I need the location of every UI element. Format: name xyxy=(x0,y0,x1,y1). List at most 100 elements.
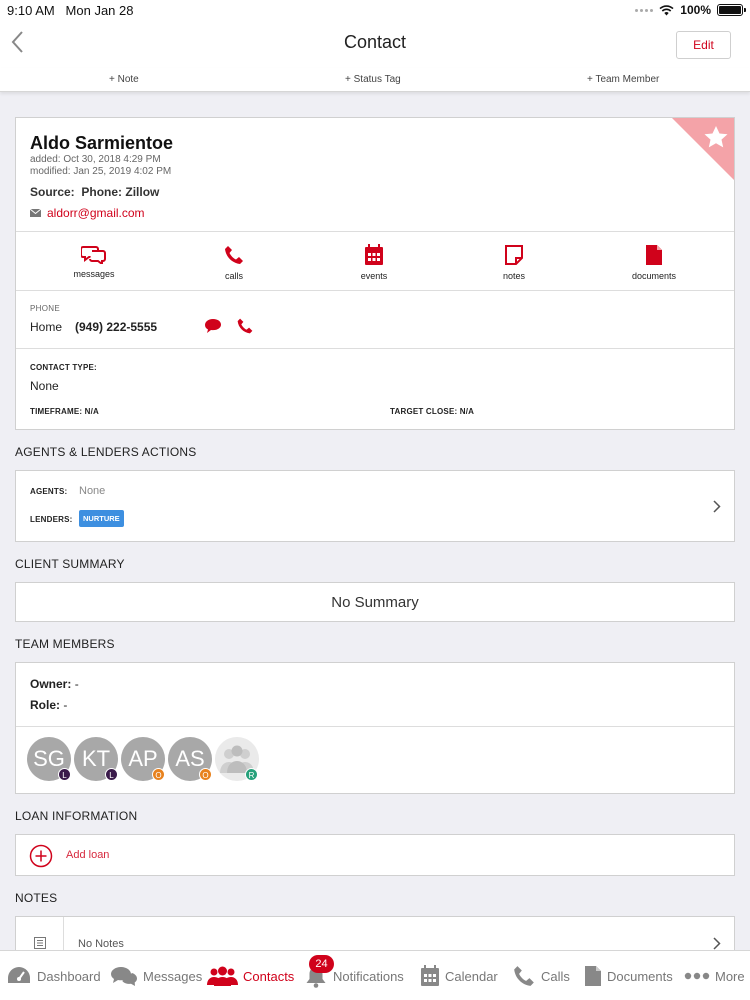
agents-lenders-header: AGENTS & LENDERS ACTIONS xyxy=(15,445,197,459)
owner-label: Owner: xyxy=(30,677,72,691)
lenders-label: LENDERS: xyxy=(30,515,73,524)
agents-label: AGENTS: xyxy=(30,487,68,496)
add-team-member-button[interactable]: + Team Member xyxy=(587,74,659,85)
role-badge-letter: O xyxy=(202,771,209,780)
favorite-star-icon[interactable] xyxy=(672,118,734,180)
call-phone-icon[interactable] xyxy=(236,317,254,335)
wifi-icon xyxy=(659,4,674,15)
notes-header: NOTES xyxy=(15,891,58,905)
contact-name: Aldo Sarmientoe xyxy=(30,133,174,153)
status-time: 9:10 AM xyxy=(7,3,55,18)
role-label: Role: xyxy=(30,698,60,712)
role-row: Role: - xyxy=(30,698,67,712)
notes-value: No Notes xyxy=(78,938,124,950)
avatar-initials: SG xyxy=(33,746,65,771)
quick-action-calls[interactable]: calls xyxy=(164,232,304,281)
add-circle-icon[interactable] xyxy=(29,844,53,868)
status-bar: 9:10 AM Mon Jan 28 100% xyxy=(0,0,750,20)
tab-label: Messages xyxy=(143,968,203,984)
quick-action-notes[interactable]: notes xyxy=(444,232,584,281)
tab-documents[interactable]: Documents xyxy=(584,951,673,1000)
tab-messages[interactable]: Messages xyxy=(110,951,202,1000)
team-avatars: SG L KT L AP O AS O R xyxy=(16,727,734,793)
avatar-initials: KT xyxy=(81,746,111,771)
note-icon xyxy=(505,245,523,265)
quick-action-documents[interactable]: documents xyxy=(584,232,724,281)
chevron-right-icon xyxy=(713,937,721,950)
client-summary-value: No Summary xyxy=(331,594,419,611)
add-loan-link[interactable]: Add loan xyxy=(66,849,109,861)
tab-label: Calendar xyxy=(445,968,498,984)
quick-action-events[interactable]: events xyxy=(304,232,444,281)
client-summary-card[interactable]: No Summary xyxy=(15,582,735,622)
tab-contacts[interactable]: Contacts xyxy=(207,951,294,1000)
timeframe: TIMEFRAME: N/A xyxy=(30,407,100,416)
role-badge: R xyxy=(245,768,258,781)
add-note-button[interactable]: + Note xyxy=(109,74,139,85)
target-close: TARGET CLOSE: N/A xyxy=(390,407,475,416)
quick-action-label: documents xyxy=(631,271,677,281)
add-status-tag-button[interactable]: + Status Tag xyxy=(345,74,401,85)
cellular-signal-icon xyxy=(635,8,654,12)
email-row[interactable]: aldorr@gmail.com xyxy=(30,206,145,220)
text-message-icon[interactable] xyxy=(204,318,222,334)
more-icon xyxy=(684,972,710,980)
tab-calendar[interactable]: Calendar xyxy=(420,951,498,1000)
quick-action-label: calls xyxy=(224,271,243,281)
phone-type: Home xyxy=(30,320,63,334)
quick-action-label: messages xyxy=(73,269,115,279)
calendar-icon xyxy=(365,244,383,265)
role-badge: L xyxy=(105,768,118,781)
document-icon xyxy=(646,245,662,265)
source-value: Phone: Zillow xyxy=(81,185,160,199)
list-icon xyxy=(34,937,46,949)
phone-icon xyxy=(514,966,534,986)
avatar-initials: AS xyxy=(175,746,205,771)
chat-icon xyxy=(81,246,106,264)
modified-date: modified: Jan 25, 2019 4:02 PM xyxy=(30,166,172,177)
lender-tag-nurture[interactable]: NURTURE xyxy=(79,510,124,527)
tab-more[interactable]: More xyxy=(684,951,745,1000)
role-badge: O xyxy=(199,768,212,781)
tab-dashboard[interactable]: Dashboard xyxy=(6,951,101,1000)
divider xyxy=(16,348,734,349)
role-badge-letter: O xyxy=(155,771,162,780)
battery-percent: 100% xyxy=(680,3,711,17)
email-link[interactable]: aldorr@gmail.com xyxy=(47,206,145,220)
tab-label: Notifications xyxy=(333,968,404,984)
loan-card[interactable]: Add loan xyxy=(15,834,735,876)
owner-value: - xyxy=(74,677,79,691)
quick-action-messages[interactable]: messages xyxy=(24,232,164,279)
chevron-right-icon xyxy=(713,500,721,513)
contact-type-value: None xyxy=(30,379,59,393)
contact-type-label: CONTACT TYPE: xyxy=(30,363,97,372)
role-badge-letter: R xyxy=(248,771,255,780)
phone-header: PHONE xyxy=(30,304,60,313)
added-date: added: Oct 30, 2018 4:29 PM xyxy=(30,154,161,165)
phone-number[interactable]: (949) 222-5555 xyxy=(75,320,157,334)
contact-card: Aldo Sarmientoe added: Oct 30, 2018 4:29… xyxy=(15,117,735,430)
divider xyxy=(16,290,734,291)
quick-action-label: notes xyxy=(502,271,526,281)
role-value: - xyxy=(63,698,68,712)
agents-value: None xyxy=(79,485,106,497)
avatar-initials: AP xyxy=(128,746,158,771)
contacts-icon xyxy=(207,966,238,986)
document-icon xyxy=(585,966,601,986)
client-summary-header: CLIENT SUMMARY xyxy=(15,557,125,571)
quick-actions: messages calls events notes documents xyxy=(16,232,734,290)
edit-button[interactable]: Edit xyxy=(676,31,731,59)
role-badge-letter: L xyxy=(62,771,67,780)
tab-bar: Dashboard Messages Contacts Notification… xyxy=(0,950,750,1000)
status-date: Mon Jan 28 xyxy=(65,3,134,18)
agents-lenders-card[interactable]: AGENTS: None LENDERS: NURTURE xyxy=(15,470,735,542)
tab-calls[interactable]: Calls xyxy=(512,951,570,1000)
status-right: 100% xyxy=(635,3,746,17)
tab-label: Documents xyxy=(607,968,673,984)
tab-label: Calls xyxy=(541,968,570,984)
team-members-header: TEAM MEMBERS xyxy=(15,637,115,651)
team-members-card: Owner: - Role: - SG L KT L AP O AS O R xyxy=(15,662,735,794)
action-bar: + Note + Status Tag + Team Member xyxy=(0,68,750,92)
role-badge: O xyxy=(152,768,165,781)
navigation-bar: Contact Edit xyxy=(0,20,750,68)
